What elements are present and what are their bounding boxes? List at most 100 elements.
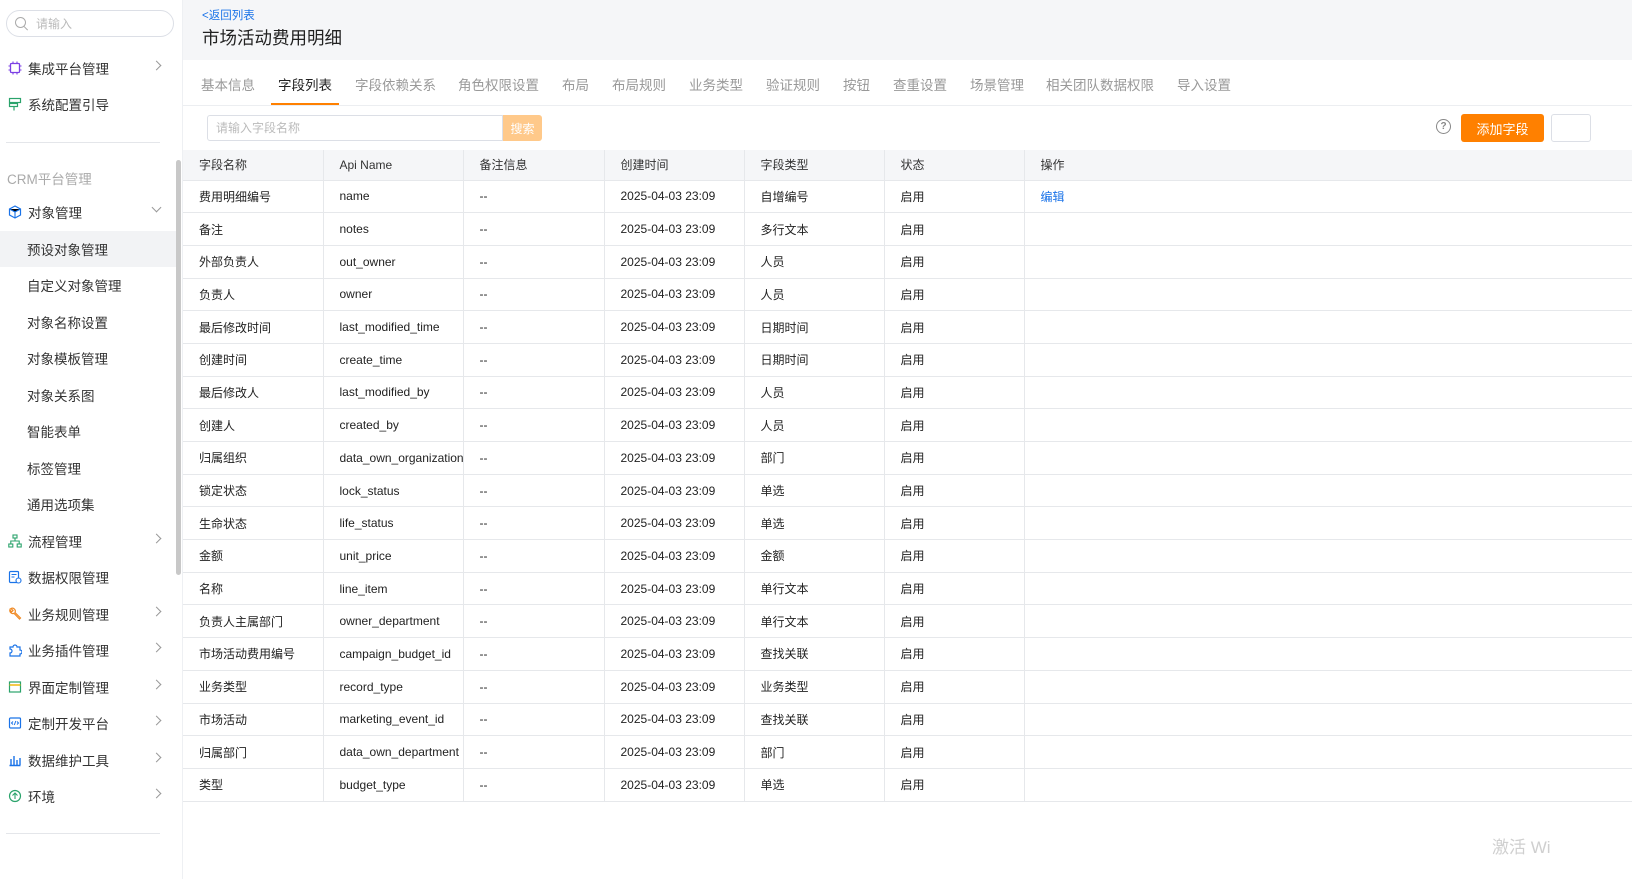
table-cell <box>1024 474 1632 508</box>
table-cell: record_type <box>323 670 464 704</box>
table-cell: -- <box>463 408 605 442</box>
table-cell <box>1024 703 1632 737</box>
chevron-right-icon <box>151 642 162 653</box>
tab-record-types[interactable]: 业务类型 <box>689 74 743 94</box>
sidebar-subitem-tags[interactable]: 标签管理 <box>0 450 178 486</box>
sidebar-item-data-tools[interactable]: 数据维护工具 <box>0 742 178 778</box>
table-cell: -- <box>463 212 605 246</box>
table-cell: 启用 <box>884 474 1025 508</box>
tab-bar: 基本信息 字段列表 字段依赖关系 角色权限设置 布局 布局规则 业务类型 验证规… <box>183 60 1632 106</box>
add-field-button[interactable]: 添加字段 <box>1461 114 1544 142</box>
table-cell: budget_type <box>323 768 464 802</box>
tab-role-permissions[interactable]: 角色权限设置 <box>458 74 539 94</box>
table-cell: 外部负责人 <box>183 245 324 279</box>
table-row: 金额 unit_price -- 2025-04-03 23:09 金额 启用 <box>183 539 1632 573</box>
table-cell: 2025-04-03 23:09 <box>604 703 745 737</box>
tab-team-data-permissions[interactable]: 相关团队数据权限 <box>1046 74 1154 94</box>
sidebar-item-label: 定制开发平台 <box>28 717 109 732</box>
table-cell: 查找关联 <box>744 637 885 671</box>
table-cell: 2025-04-03 23:09 <box>604 768 745 802</box>
table-cell: 业务类型 <box>183 670 324 704</box>
sidebar-item-flow[interactable]: 流程管理 <box>0 523 178 559</box>
sidebar-item-dev-platform[interactable]: 定制开发平台 <box>0 705 178 741</box>
tab-field-dependencies[interactable]: 字段依赖关系 <box>355 74 436 94</box>
table-header-row: 字段名称 Api Name 备注信息 创建时间 字段类型 状态 操作 <box>183 150 1632 181</box>
table-cell: -- <box>463 441 605 475</box>
sidebar-item-environment[interactable]: 环境 <box>0 778 178 814</box>
sidebar-item-business-rules[interactable]: 业务规则管理 <box>0 596 178 632</box>
table-cell: 多行文本 <box>744 212 885 246</box>
table-cell: 启用 <box>884 637 1025 671</box>
sidebar-item-ui-customization[interactable]: 界面定制管理 <box>0 669 178 705</box>
chevron-right-icon <box>151 533 162 544</box>
table-cell: -- <box>463 572 605 606</box>
sidebar-subitem-object-relations[interactable]: 对象关系图 <box>0 377 178 413</box>
tab-layout-rules[interactable]: 布局规则 <box>612 74 666 94</box>
tab-import-settings[interactable]: 导入设置 <box>1177 74 1231 94</box>
table-cell: 备注 <box>183 212 324 246</box>
table-cell: 金额 <box>183 539 324 573</box>
table-cell: unit_price <box>323 539 464 573</box>
sidebar-search-input[interactable] <box>36 16 156 31</box>
chip-icon <box>7 61 22 76</box>
table-cell <box>1024 376 1632 410</box>
sidebar-subitem-object-templates[interactable]: 对象模板管理 <box>0 340 178 376</box>
edit-link[interactable]: 编辑 <box>1041 190 1065 204</box>
sidebar-item-config-guide[interactable]: 系统配置引导 <box>0 86 178 122</box>
sidebar-item-data-permission[interactable]: 数据权限管理 <box>0 559 178 595</box>
tab-layout[interactable]: 布局 <box>562 74 589 94</box>
field-search-input[interactable] <box>207 115 503 141</box>
tab-buttons[interactable]: 按钮 <box>843 74 870 94</box>
page-title: 市场活动费用明细 <box>202 28 342 48</box>
table-cell: campaign_budget_id <box>323 637 464 671</box>
sidebar-item-integration[interactable]: 集成平台管理 <box>0 50 178 86</box>
tab-validation-rules[interactable]: 验证规则 <box>766 74 820 94</box>
more-button[interactable] <box>1551 114 1591 142</box>
sidebar-subitem-preset-objects[interactable]: 预设对象管理 <box>0 231 178 267</box>
tab-basic-info[interactable]: 基本信息 <box>201 74 255 94</box>
column-header: 备注信息 <box>463 150 605 181</box>
column-header: 字段类型 <box>744 150 885 181</box>
search-button[interactable]: 搜索 <box>503 115 542 141</box>
table-cell <box>1024 506 1632 541</box>
table-row: 负责人 owner -- 2025-04-03 23:09 人员 启用 <box>183 278 1632 312</box>
table-cell: 创建人 <box>183 408 324 442</box>
chevron-right-icon <box>151 679 162 690</box>
table-row: 锁定状态 lock_status -- 2025-04-03 23:09 单选 启用 <box>183 474 1632 508</box>
sidebar-item-label: 集成平台管理 <box>28 62 109 77</box>
chevron-right-icon <box>151 60 162 71</box>
table-cell: 启用 <box>884 506 1025 541</box>
back-to-list-link[interactable]: <返回列表 <box>202 7 255 23</box>
table-cell: 2025-04-03 23:09 <box>604 180 745 214</box>
table-cell: -- <box>463 768 605 802</box>
tab-scenes[interactable]: 场景管理 <box>970 74 1024 94</box>
chevron-down-icon <box>151 202 162 213</box>
tab-field-list[interactable]: 字段列表 <box>278 74 332 94</box>
sidebar: 集成平台管理 系统配置引导 CRM平台管理 对象管理 预设对象管理 自定义对象管… <box>0 0 183 879</box>
table-cell <box>1024 670 1632 704</box>
sidebar-subitem-object-names[interactable]: 对象名称设置 <box>0 304 178 340</box>
help-icon[interactable]: ? <box>1436 119 1451 134</box>
wrench-icon <box>7 607 22 622</box>
column-header: Api Name <box>323 150 464 181</box>
table-cell: -- <box>463 310 605 344</box>
table-cell: 单选 <box>744 474 885 508</box>
table-cell: 市场活动费用编号 <box>183 637 324 671</box>
sidebar-subitem-smart-forms[interactable]: 智能表单 <box>0 413 178 449</box>
sidebar-search[interactable] <box>6 10 174 37</box>
sidebar-subitem-option-sets[interactable]: 通用选项集 <box>0 486 178 522</box>
table-cell: 日期时间 <box>744 310 885 344</box>
sidebar-scrollbar[interactable] <box>176 160 181 575</box>
table-cell <box>1024 441 1632 475</box>
flow-icon <box>7 534 22 549</box>
table-cell: -- <box>463 245 605 279</box>
tab-duplicate-check[interactable]: 查重设置 <box>893 74 947 94</box>
table-cell: 单选 <box>744 768 885 802</box>
sidebar-item-plugins[interactable]: 业务插件管理 <box>0 632 178 668</box>
table-cell: 2025-04-03 23:09 <box>604 572 745 606</box>
table-cell: -- <box>463 343 605 377</box>
table-cell: 2025-04-03 23:09 <box>604 278 745 312</box>
table-cell: 人员 <box>744 245 885 279</box>
sidebar-subitem-custom-objects[interactable]: 自定义对象管理 <box>0 267 178 303</box>
sidebar-item-object-management[interactable]: 对象管理 <box>0 194 178 230</box>
